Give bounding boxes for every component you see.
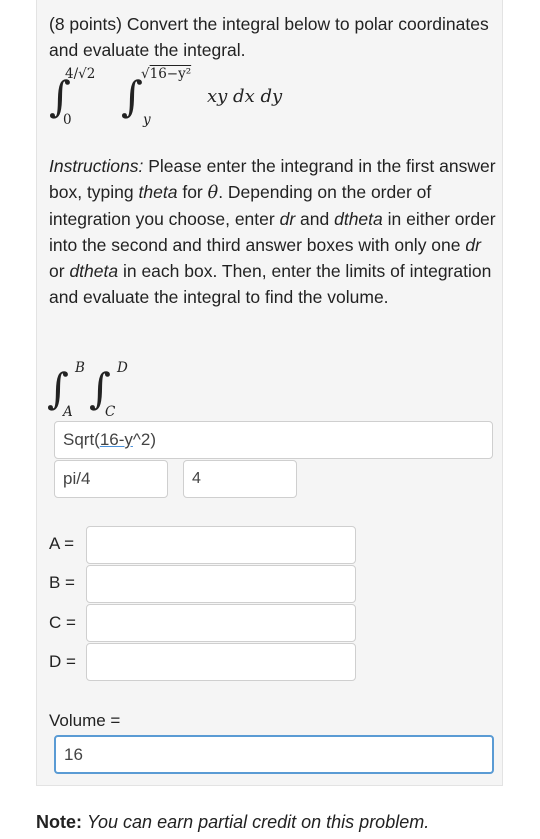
outer-upper-limit: 4/√2: [65, 66, 96, 82]
limit-a-input[interactable]: [86, 526, 356, 564]
limit-b-label: B =: [49, 573, 75, 592]
problem-card: (8 points) Convert the integral below to…: [36, 0, 503, 786]
template-limit-a: A: [63, 404, 73, 420]
inner-integral-sign: ∫: [121, 72, 143, 121]
volume-label: Volume =: [49, 711, 121, 730]
inner-lower-limit: y: [143, 112, 151, 128]
limit-a-label: A =: [49, 534, 75, 553]
integrand: xy dx dy: [207, 86, 283, 107]
question-text: (8 points) Convert the integral below to…: [49, 14, 489, 60]
outer-lower-limit: 0: [63, 112, 72, 128]
inner-upper-limit: √16−y²: [141, 66, 192, 82]
limit-c-label: C =: [49, 613, 76, 632]
limit-d-label: D =: [49, 652, 76, 671]
partial-credit-note: Note: You can earn partial credit on thi…: [36, 812, 430, 832]
volume-input[interactable]: 16: [54, 735, 494, 774]
integrand-input[interactable]: Sqrt(16-y ^2): [54, 421, 493, 459]
template-limit-b: B: [75, 360, 85, 376]
limit-c-input[interactable]: [86, 604, 356, 642]
template-limit-d: D: [117, 360, 128, 376]
differential-2-input[interactable]: 4: [183, 460, 297, 498]
template-limit-c: C: [105, 404, 116, 420]
differential-1-input[interactable]: pi/4: [54, 460, 168, 498]
limit-b-input[interactable]: [86, 565, 356, 603]
instructions-text: Instructions: Please enter the integrand…: [49, 156, 496, 307]
limit-d-input[interactable]: [86, 643, 356, 681]
